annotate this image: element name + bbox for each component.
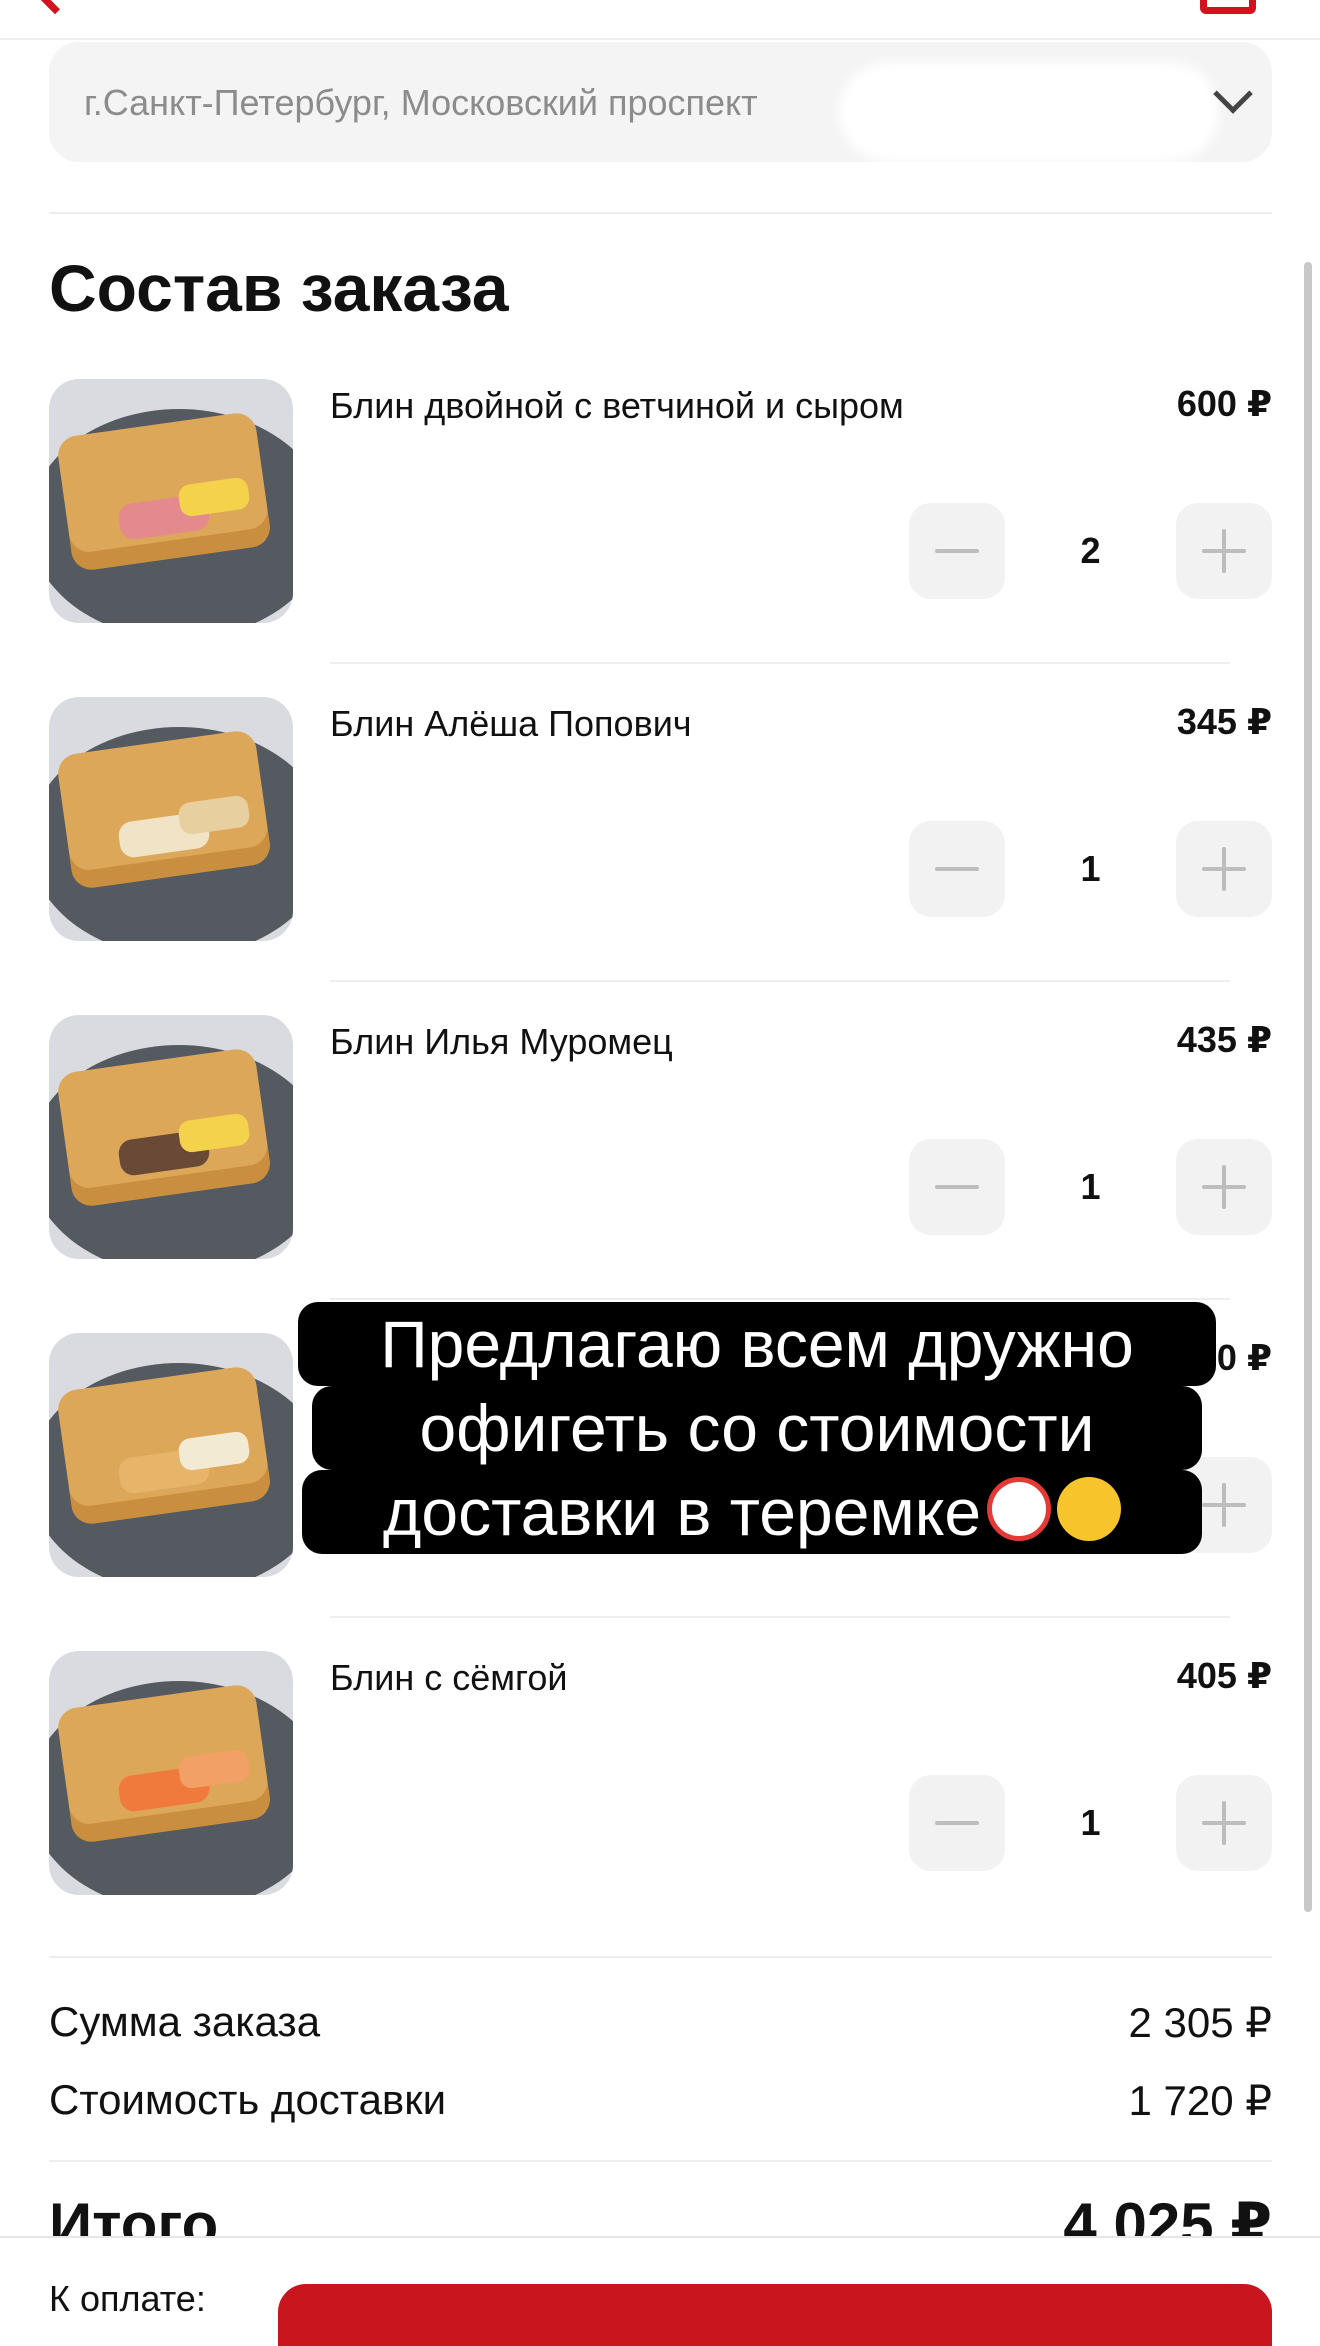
product-image — [49, 1015, 293, 1259]
address-redaction — [839, 62, 1219, 162]
order-item: Блин двойной с ветчиной и сыром 600 ₽ 2 — [0, 379, 1320, 697]
divider — [49, 1956, 1272, 1958]
divider — [330, 980, 1230, 982]
caption-line: Предлагаю всем дружно — [298, 1302, 1216, 1386]
decrease-button[interactable] — [909, 821, 1005, 917]
increase-button[interactable] — [1176, 1775, 1272, 1871]
item-price: 345 ₽ — [1176, 701, 1272, 742]
scrollbar[interactable] — [1304, 262, 1312, 1912]
caption-line: офигеть со стоимости — [312, 1386, 1202, 1470]
back-arrow-icon[interactable] — [33, 0, 77, 15]
order-sum-label: Сумма заказа — [49, 1998, 321, 2045]
item-price: 0 ₽ — [1216, 1337, 1272, 1378]
order-item: Блин Алёша Попович 345 ₽ 1 — [0, 697, 1320, 1015]
decrease-button[interactable] — [909, 1139, 1005, 1235]
checkout-bar: К оплате: — [0, 2236, 1320, 2346]
address-text: г.Санкт-Петербург, Московский проспект — [84, 82, 758, 123]
pay-button[interactable] — [278, 2284, 1272, 2346]
increase-button[interactable] — [1176, 821, 1272, 917]
chevron-down-icon[interactable] — [1213, 74, 1253, 114]
order-item: Блин Илья Муромец 435 ₽ 1 — [0, 1015, 1320, 1333]
item-price: 405 ₽ — [1176, 1655, 1272, 1696]
caption-line: доставки в теремке — [302, 1470, 1202, 1554]
product-image — [49, 379, 293, 623]
item-name: Блин Илья Муромец — [330, 1021, 673, 1062]
item-quantity: 1 — [1080, 1166, 1101, 1207]
item-name: Блин двойной с ветчиной и сыром — [330, 385, 904, 426]
divider — [330, 662, 1230, 664]
delivery-cost-value: 1 720 ₽ — [1128, 2077, 1273, 2124]
divider — [330, 1616, 1230, 1618]
minus-icon — [935, 549, 979, 553]
product-image — [49, 697, 293, 941]
decrease-button[interactable] — [909, 503, 1005, 599]
product-image — [49, 1333, 293, 1577]
product-image — [49, 1651, 293, 1895]
story-caption: Предлагаю всем дружно офигеть со стоимос… — [296, 1300, 1224, 1600]
item-price: 435 ₽ — [1176, 1019, 1272, 1060]
cart-icon[interactable] — [1200, 0, 1256, 14]
item-price: 600 ₽ — [1176, 383, 1272, 424]
pay-label: К оплате: — [49, 2278, 206, 2319]
item-name: Блин с сёмгой — [330, 1657, 568, 1698]
minus-icon — [935, 1821, 979, 1825]
decrease-button[interactable] — [909, 1775, 1005, 1871]
item-quantity: 1 — [1080, 848, 1101, 889]
increase-button[interactable] — [1176, 503, 1272, 599]
melting-face-icon — [1057, 1477, 1122, 1541]
order-sum-value: 2 305 ₽ — [1128, 1999, 1273, 2046]
address-select[interactable]: г.Санкт-Петербург, Московский проспект — [49, 42, 1272, 162]
item-quantity: 2 — [1080, 530, 1101, 571]
delivery-cost-label: Стоимость доставки — [49, 2076, 447, 2123]
top-bar — [0, 0, 1320, 40]
clown-face-icon — [987, 1477, 1052, 1541]
item-name: Блин Алёша Попович — [330, 703, 692, 744]
item-quantity: 1 — [1080, 1802, 1101, 1843]
divider — [49, 2160, 1272, 2162]
divider — [49, 212, 1272, 214]
order-title: Состав заказа — [49, 251, 509, 325]
minus-icon — [935, 1185, 979, 1189]
minus-icon — [935, 867, 979, 871]
order-item: Блин с сёмгой 405 ₽ 1 — [0, 1651, 1320, 1969]
increase-button[interactable] — [1176, 1139, 1272, 1235]
caption-text: доставки в теремке — [382, 1475, 982, 1549]
